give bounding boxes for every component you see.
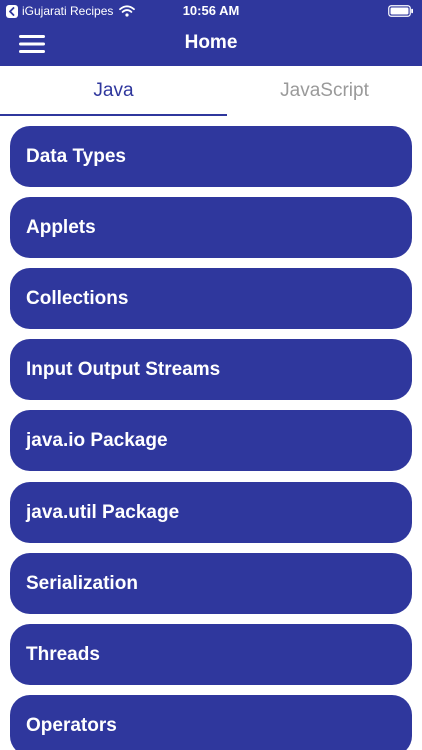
topic-label: Input Output Streams bbox=[26, 358, 221, 380]
tab-javascript[interactable]: JavaScript bbox=[227, 66, 422, 116]
topic-item-data-types[interactable]: Data Types bbox=[10, 126, 412, 187]
topic-label: Serialization bbox=[26, 572, 138, 594]
page-title: Home bbox=[184, 32, 238, 53]
topic-label: Threads bbox=[26, 643, 100, 665]
status-time: 10:56 AM bbox=[182, 3, 240, 18]
tab-java[interactable]: Java bbox=[0, 66, 227, 116]
topic-item-threads[interactable]: Threads bbox=[10, 624, 412, 685]
topic-label: Data Types bbox=[26, 145, 126, 167]
topic-item-applets[interactable]: Applets bbox=[10, 197, 412, 258]
app-header: iGujarati Recipes 10:56 AM Home bbox=[0, 0, 422, 66]
status-bar: iGujarati Recipes 10:56 AM bbox=[0, 0, 422, 22]
topic-label: java.io Package bbox=[26, 429, 168, 451]
topic-item-serialization[interactable]: Serialization bbox=[10, 553, 412, 614]
topic-item-java-util-package[interactable]: java.util Package bbox=[10, 482, 412, 543]
app-screen: iGujarati Recipes 10:56 AM Home Java Jav… bbox=[0, 0, 422, 750]
topic-label: Collections bbox=[26, 287, 129, 309]
topic-label: java.util Package bbox=[26, 501, 180, 523]
tab-selected-indicator bbox=[0, 114, 227, 116]
tab-bar: Java JavaScript bbox=[0, 66, 422, 116]
topic-item-operators[interactable]: Operators bbox=[10, 695, 412, 750]
nav-bar: Home bbox=[0, 22, 422, 66]
topic-label: Applets bbox=[26, 216, 96, 238]
topic-label: Operators bbox=[26, 714, 117, 736]
menu-button[interactable] bbox=[14, 30, 50, 58]
topic-item-input-output-streams[interactable]: Input Output Streams bbox=[10, 339, 412, 400]
topic-item-java-io-package[interactable]: java.io Package bbox=[10, 410, 412, 471]
battery-icon bbox=[388, 5, 413, 17]
hamburger-menu-icon bbox=[19, 35, 45, 53]
topic-item-collections[interactable]: Collections bbox=[10, 268, 412, 329]
